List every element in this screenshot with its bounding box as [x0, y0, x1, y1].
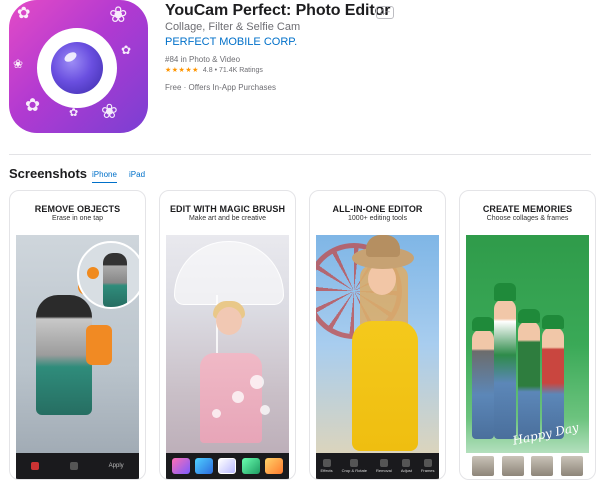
screenshot-card-all-in-one-editor[interactable]: ALL-IN-ONE EDITOR 1000+ editing tools Ef…	[309, 190, 446, 480]
editor-toolbar: Effects Crop & Rotate Removal Adjust Fra…	[316, 453, 439, 479]
card-subtitle: 1000+ editing tools	[348, 215, 407, 222]
brush-swatch	[241, 458, 260, 474]
tab-iphone[interactable]: iPhone	[92, 170, 117, 183]
frame-thumbnail	[531, 456, 554, 476]
app-subtitle: Collage, Filter & Selfie Cam	[165, 21, 301, 33]
card-subtitle: Choose collages & frames	[486, 215, 569, 222]
person-figure	[542, 327, 564, 439]
price-info: Free · Offers In-App Purchases	[165, 83, 277, 92]
card-title: CREATE MEMORIES	[482, 204, 573, 214]
brush-picker	[166, 453, 289, 479]
frames-icon: Frames	[421, 459, 435, 473]
brush-swatch	[265, 458, 284, 474]
screenshot-image: Effects Crop & Rotate Removal Adjust Fra…	[316, 235, 439, 479]
adjust-icon: Adjust	[401, 459, 412, 473]
flower-icon: ✿	[25, 95, 41, 115]
star-rating-icon: ★★★★★	[165, 67, 199, 74]
flower-icon: ❀	[109, 2, 128, 27]
editor-toolbar: Apply	[16, 453, 139, 479]
category-rank[interactable]: #84 in Photo & Video	[165, 55, 240, 64]
frame-thumbnail	[561, 456, 584, 476]
screenshot-image: Happy Day	[466, 235, 589, 479]
app-icon: ✿ ❀ ✿ ❀ ✿ ❀ ✿	[9, 0, 148, 133]
app-title: YouCam Perfect: Photo Editor	[165, 2, 391, 19]
brush-swatch	[171, 458, 190, 474]
card-subtitle: Erase in one tap	[52, 215, 103, 222]
flower-icon: ✿	[69, 107, 79, 119]
screenshots-heading: Screenshots	[9, 166, 88, 181]
umbrella-shape	[174, 241, 284, 305]
crop-rotate-icon: Crop & Rotate	[342, 459, 367, 473]
person-figure	[494, 299, 516, 439]
brush-swatch	[218, 458, 237, 474]
person-figure	[518, 321, 540, 439]
tab-ipad[interactable]: iPad	[129, 170, 145, 179]
flower-icon: ❀	[13, 57, 24, 71]
screenshot-image	[166, 235, 289, 479]
eraser-icon	[69, 462, 78, 470]
person-figure	[352, 321, 418, 451]
card-title: EDIT WITH MAGIC BRUSH	[169, 204, 286, 214]
flower-icon: ✿	[121, 43, 132, 57]
brush-icon	[31, 462, 40, 470]
age-rating-badge: 4+	[376, 6, 395, 19]
person-figure	[36, 295, 92, 415]
removal-icon: Removal	[376, 459, 392, 473]
screenshot-image: Apply	[16, 235, 139, 479]
frame-thumbnail	[501, 456, 524, 476]
flower-icon: ❀	[101, 101, 118, 123]
divider	[9, 154, 591, 155]
frame-picker	[466, 453, 589, 479]
person-figure	[472, 329, 494, 439]
camera-lens-icon	[37, 28, 117, 108]
flower-icon: ✿	[17, 5, 31, 22]
card-subtitle: Make art and be creative	[188, 215, 267, 222]
developer-link[interactable]: PERFECT MOBILE CORP.	[165, 36, 297, 48]
screenshot-card-create-memories[interactable]: CREATE MEMORIES Choose collages & frames…	[459, 190, 596, 480]
card-title: REMOVE OBJECTS	[34, 204, 121, 214]
screenshot-card-remove-objects[interactable]: REMOVE OBJECTS Erase in one tap Apply	[9, 190, 146, 480]
rating-row: ★★★★★ 4.8 • 71.4K Ratings	[165, 66, 263, 75]
screenshot-card-magic-brush[interactable]: EDIT WITH MAGIC BRUSH Make art and be cr…	[159, 190, 296, 480]
before-preview-circle	[77, 241, 139, 309]
card-title: ALL-IN-ONE EDITOR	[332, 204, 423, 214]
brush-swatch	[195, 458, 214, 474]
apply-button: Apply	[108, 463, 124, 469]
person-figure	[200, 353, 262, 443]
sweater-shape	[86, 325, 112, 365]
frame-thumbnail	[471, 456, 494, 476]
rating-text: 4.8 • 71.4K Ratings	[202, 66, 263, 74]
effects-icon: Effects	[321, 459, 333, 473]
